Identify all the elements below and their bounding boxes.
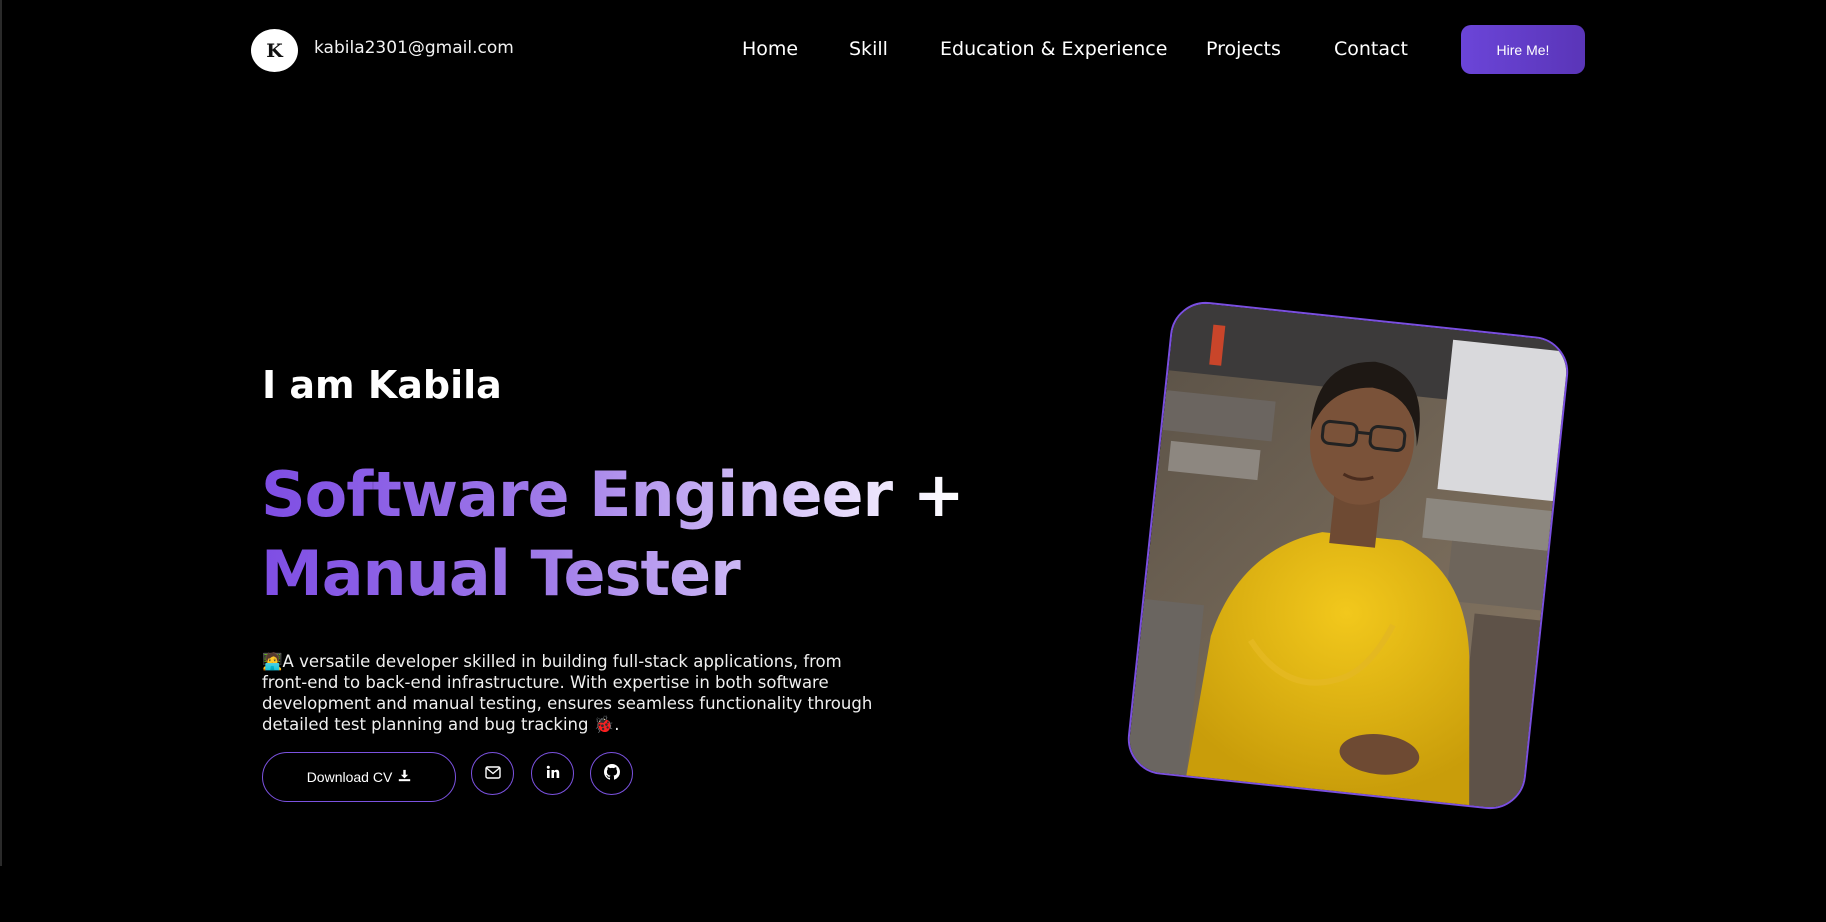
- download-icon: [398, 769, 411, 785]
- nav-skill[interactable]: Skill: [849, 38, 888, 60]
- download-cv-label: Download CV: [306, 769, 393, 785]
- nav-projects[interactable]: Projects: [1206, 38, 1281, 60]
- linkedin-icon: [546, 764, 560, 783]
- nav-education-experience[interactable]: Education & Experience: [940, 38, 1167, 60]
- page-left-border: [0, 0, 2, 866]
- hire-me-button[interactable]: Hire Me!: [1461, 25, 1585, 74]
- header-email[interactable]: kabila2301@gmail.com: [314, 38, 514, 58]
- mail-icon: [484, 764, 501, 783]
- intro-heading: I am Kabila: [262, 363, 502, 407]
- download-cv-button[interactable]: Download CV: [262, 752, 456, 802]
- github-button[interactable]: [590, 752, 633, 795]
- mail-button[interactable]: [471, 752, 514, 795]
- headline-line-1: Software Engineer +: [261, 455, 965, 534]
- logo[interactable]: K: [251, 29, 298, 72]
- nav-contact[interactable]: Contact: [1334, 38, 1408, 60]
- hero-description: 🧑‍💻A versatile developer skilled in buil…: [262, 652, 873, 734]
- github-icon: [603, 763, 620, 784]
- headline-line-2: Manual Tester: [261, 534, 961, 613]
- logo-letter: K: [266, 39, 283, 62]
- linkedin-button[interactable]: [531, 752, 574, 795]
- headline: Software Engineer + Manual Tester: [261, 455, 965, 613]
- nav-home[interactable]: Home: [742, 38, 798, 60]
- profile-photo: [1124, 298, 1572, 813]
